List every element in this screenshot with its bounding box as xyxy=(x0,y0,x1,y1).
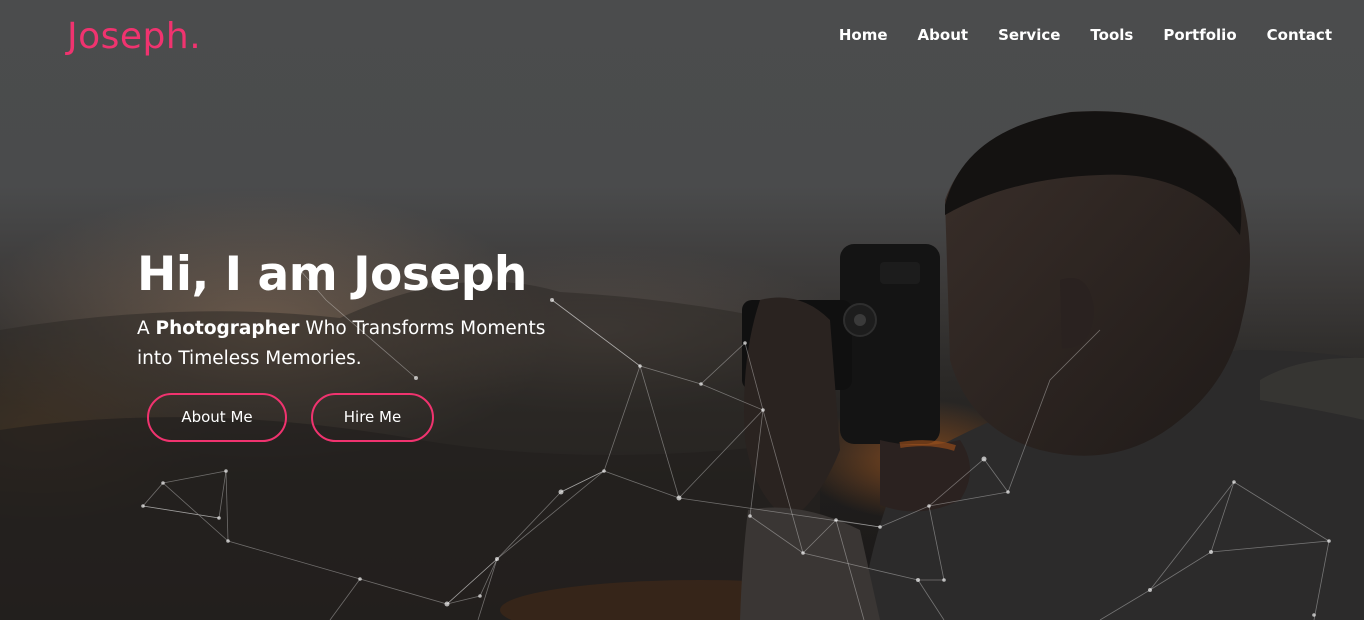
hero-subtitle-highlight: Photographer xyxy=(155,318,300,339)
hero-title: Hi, I am Joseph xyxy=(137,247,527,302)
hire-me-button[interactable]: Hire Me xyxy=(311,393,434,442)
nav-link-contact[interactable]: Contact xyxy=(1267,23,1332,47)
nav-link-home[interactable]: Home xyxy=(839,23,888,47)
nav-link-about[interactable]: About xyxy=(918,23,969,47)
about-me-button[interactable]: About Me xyxy=(147,393,287,442)
nav-link-tools[interactable]: Tools xyxy=(1090,23,1133,47)
hero-subtitle-prefix: A xyxy=(137,318,156,339)
hero-section: Joseph. Home About Service Tools Portfol… xyxy=(0,0,1364,620)
nav-link-portfolio[interactable]: Portfolio xyxy=(1163,23,1236,47)
hero-subtitle: A Photographer Who Transforms Moments in… xyxy=(137,314,577,374)
site-logo[interactable]: Joseph. xyxy=(67,12,201,62)
hero-content: Hi, I am Joseph A Photographer Who Trans… xyxy=(137,244,657,374)
hero-buttons: About Me Hire Me xyxy=(147,393,434,442)
nav-link-service[interactable]: Service xyxy=(998,23,1060,47)
navbar: Joseph. Home About Service Tools Portfol… xyxy=(0,0,1364,72)
nav-menu: Home About Service Tools Portfolio Conta… xyxy=(809,23,1332,47)
